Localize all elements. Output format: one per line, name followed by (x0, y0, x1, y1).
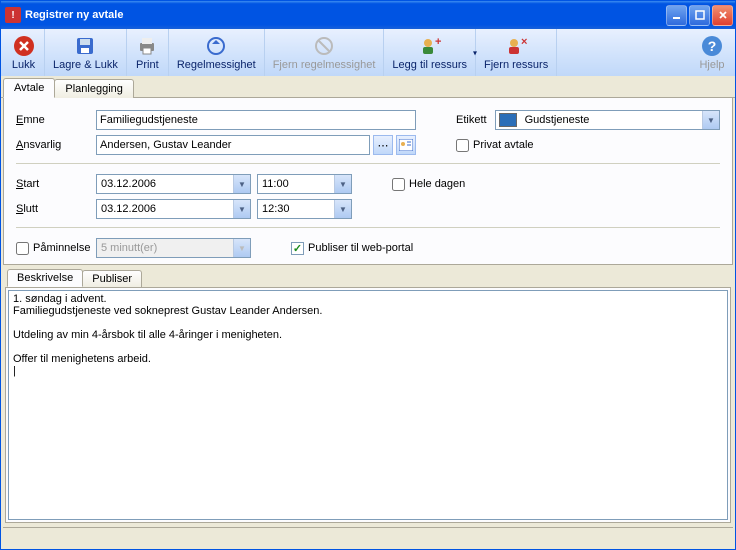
chevron-down-icon[interactable]: ▼ (233, 175, 250, 193)
add-resource-icon: + (419, 35, 441, 57)
svg-text:?: ? (708, 38, 717, 54)
description-textarea[interactable] (8, 290, 728, 520)
help-icon: ? (701, 35, 723, 57)
tab-beskrivelse[interactable]: Beskrivelse (7, 269, 83, 287)
publiser-checkbox[interactable]: ✓ Publiser til web-portal (291, 242, 413, 255)
separator (16, 163, 720, 164)
window: ! Registrer ny avtale Lukk Lagre & Lukk … (0, 0, 736, 550)
ansvarlig-browse-button[interactable]: ⋯ (373, 135, 393, 155)
close-circle-icon (13, 35, 35, 57)
fjern-ressurs-button[interactable]: × Fjern ressurs (476, 29, 557, 76)
chevron-down-icon[interactable]: ▼ (702, 111, 719, 129)
hjelp-button[interactable]: ? Hjelp (691, 29, 733, 76)
tab-planlegging[interactable]: Planlegging (54, 79, 134, 98)
legg-til-ressurs-button[interactable]: + Legg til ressurs ▾ (384, 29, 476, 76)
toolbar: Lukk Lagre & Lukk Print Regelmessighet F… (1, 29, 735, 77)
save-icon (74, 35, 96, 57)
titlebar: ! Registrer ny avtale (1, 1, 735, 29)
separator (16, 227, 720, 228)
chevron-down-icon[interactable]: ▼ (334, 200, 351, 218)
svg-text:×: × (521, 36, 527, 48)
tab-publiser[interactable]: Publiser (82, 270, 142, 287)
start-time-input[interactable]: 11:00 ▼ (257, 174, 352, 194)
slutt-date-input[interactable]: 03.12.2006 ▼ (96, 199, 251, 219)
ansvarlig-label: Ansvarlig (16, 139, 96, 151)
app-icon: ! (5, 7, 21, 23)
etikett-label: Etikett (456, 114, 487, 126)
etikett-color-swatch (499, 113, 517, 127)
fjern-regelmessighet-button: Fjern regelmessighet (265, 29, 385, 76)
lagre-lukk-button[interactable]: Lagre & Lukk (45, 29, 127, 76)
start-date-input[interactable]: 03.12.2006 ▼ (96, 174, 251, 194)
form-area: Emne Etikett Gudstjeneste ▼ Ansvarlig ⋯ … (3, 98, 733, 265)
remove-recurrence-icon (313, 35, 335, 57)
description-area (5, 287, 731, 523)
privat-checkbox[interactable]: Privat avtale (456, 139, 534, 152)
recurrence-icon (205, 35, 227, 57)
window-title: Registrer ny avtale (25, 9, 666, 21)
statusbar (3, 527, 733, 547)
print-icon (136, 35, 158, 57)
print-button[interactable]: Print (127, 29, 169, 76)
slutt-time-input[interactable]: 12:30 ▼ (257, 199, 352, 219)
emne-label: Emne (16, 114, 96, 126)
remove-resource-icon: × (505, 35, 527, 57)
check-icon: ✓ (293, 242, 302, 255)
tab-avtale[interactable]: Avtale (3, 78, 55, 98)
heledagen-checkbox[interactable]: Hele dagen (392, 178, 465, 191)
regelmessighet-button[interactable]: Regelmessighet (169, 29, 265, 76)
paminnelse-checkbox[interactable]: Påminnelse (16, 242, 96, 255)
paminnelse-select: 5 minutt(er) ▼ (96, 238, 251, 258)
slutt-label: Slutt (16, 203, 96, 215)
lukk-button[interactable]: Lukk (3, 29, 45, 76)
maximize-button[interactable] (689, 5, 710, 26)
chevron-down-icon[interactable]: ▼ (233, 200, 250, 218)
start-label: Start (16, 178, 96, 190)
etikett-select[interactable]: Gudstjeneste ▼ (495, 110, 720, 130)
ansvarlig-card-button[interactable] (396, 135, 416, 155)
chevron-down-icon: ▼ (233, 239, 250, 257)
minimize-button[interactable] (666, 5, 687, 26)
svg-text:+: + (435, 36, 441, 48)
close-button[interactable] (712, 5, 733, 26)
main-tabs: Avtale Planlegging (1, 76, 735, 98)
ansvarlig-input[interactable] (96, 135, 370, 155)
toolbar-spacer (557, 29, 691, 76)
description-tabs: Beskrivelse Publiser (3, 267, 733, 287)
emne-input[interactable] (96, 110, 416, 130)
chevron-down-icon[interactable]: ▼ (334, 175, 351, 193)
